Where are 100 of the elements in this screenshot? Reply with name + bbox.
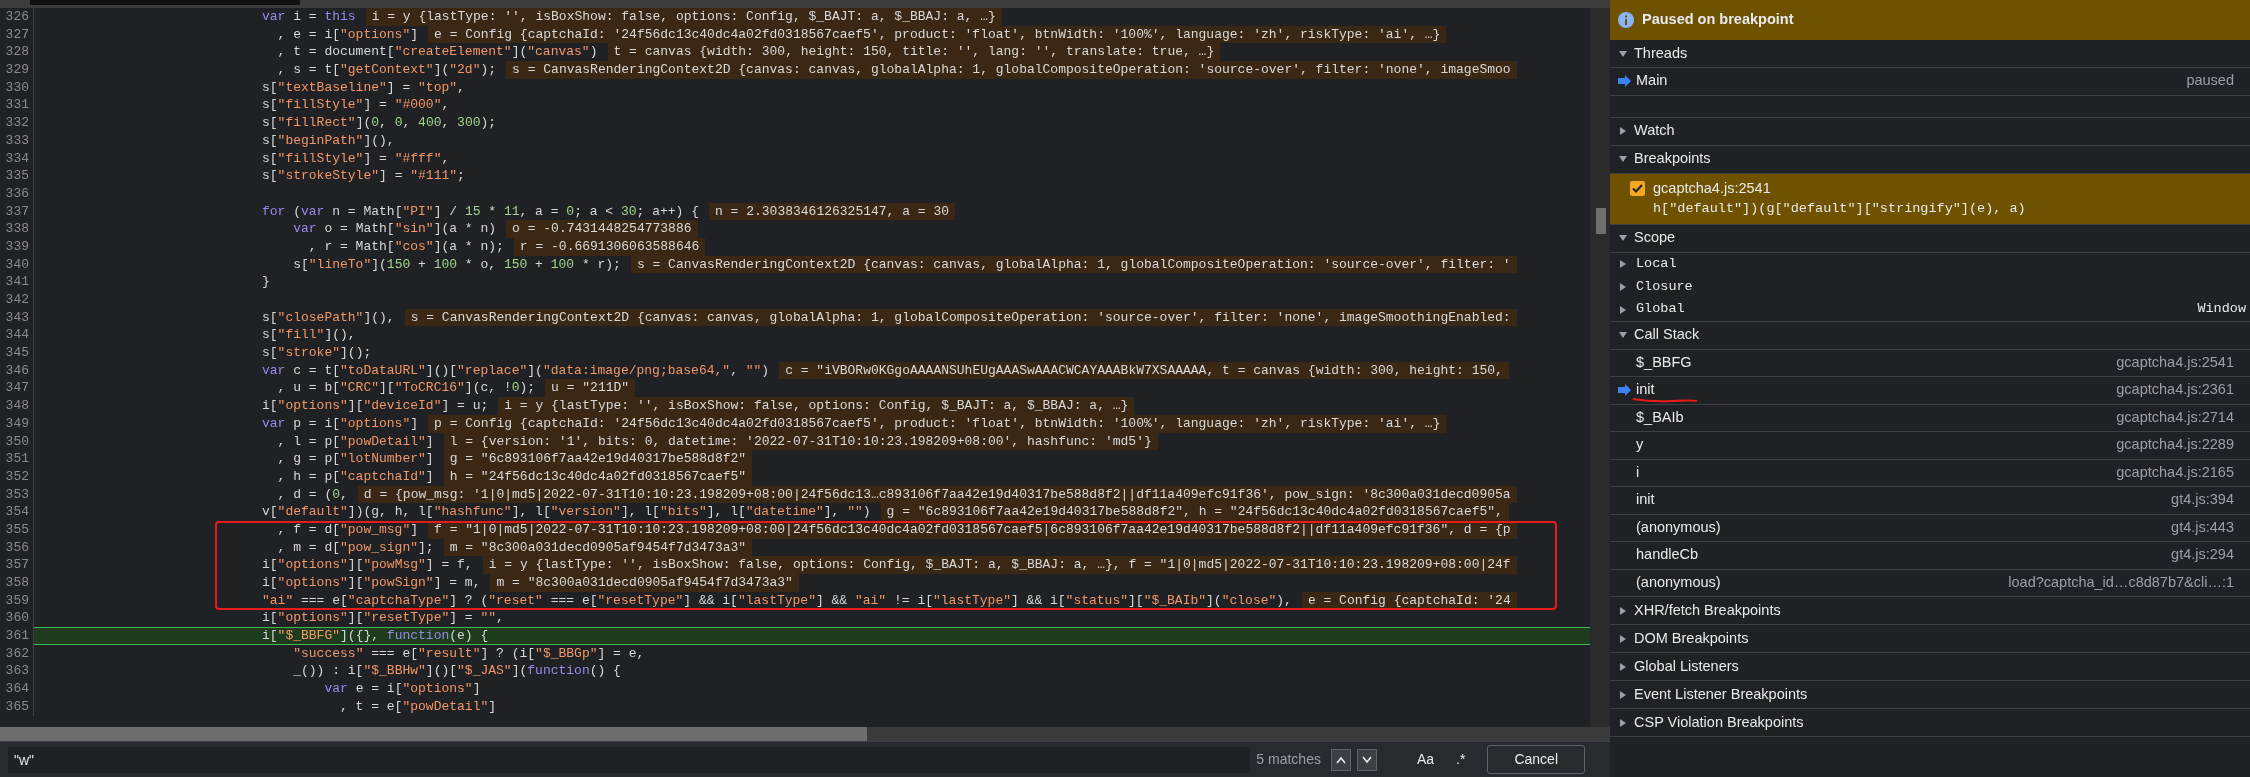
triangle-icon[interactable] [1618, 330, 1628, 340]
triangle-icon[interactable] [1618, 661, 1628, 672]
triangle-icon[interactable] [1618, 304, 1628, 315]
inline-value: i = y {lastType: '', isBoxShow: false, options: Config, $_BAJT: a, $_BBAJ: a, …} [498, 397, 1135, 415]
checkbox[interactable] [1630, 180, 1645, 196]
code-text: s["strokeStyle"] = "#111"; [262, 167, 465, 185]
cancel-button[interactable]: Cancel [1487, 745, 1585, 774]
inline-value: e = Config {captchaId: '24f56dc13c40dc4a02fd0318567caef5', product: 'float', btnWidth: '100%', language: 'zh', riskType: 'ai', …} [428, 25, 1447, 44]
triangle-icon[interactable] [1618, 282, 1628, 292]
code-text: s["beginPath"](), [262, 131, 395, 150]
code-text: s["stroke"](); [262, 344, 372, 362]
triangle-icon[interactable] [1618, 259, 1628, 269]
scope-name[interactable]: Closure [1636, 276, 2246, 298]
frame-location[interactable]: load?captcha_id…c8d87b7&cli…:1 [2008, 571, 2234, 594]
breakpoint-location[interactable]: gcaptcha4.js:2541 [1653, 177, 1771, 200]
code-text: var e = i["options"] [323, 680, 481, 698]
line-number: 326 [0, 8, 34, 26]
code-text: , m = d["pow_sign"]; [276, 538, 434, 557]
line-number: 338 [0, 220, 34, 238]
code-text: var c = t["toDataURL"]()["replace"]("data:image/png;base64,", "") [262, 361, 770, 380]
next-match-button[interactable] [1356, 748, 1377, 771]
line-number: 363 [0, 662, 34, 681]
frame-name[interactable]: handleCb [1636, 546, 1699, 563]
line-number: 354 [0, 503, 34, 521]
banner-text: Paused on breakpoint [1642, 10, 1794, 30]
code-text: , h = p["captchaId"] [276, 467, 434, 486]
triangle-icon[interactable] [1618, 717, 1628, 728]
breakpoint-item[interactable]: gcaptcha4.js:2541 h["default"])(g["default"]["stringify"](e), a) [1610, 173, 2250, 225]
frame-location[interactable]: gt4.js:443 [2171, 516, 2234, 539]
code-text: i["options"]["resetType"] = "", [262, 609, 504, 628]
info-icon [1618, 12, 1634, 28]
triangle-icon[interactable] [1618, 154, 1628, 164]
frame-location[interactable]: gcaptcha4.js:2289 [2116, 434, 2234, 457]
line-number: 352 [0, 467, 34, 486]
scope-value: Window [2197, 300, 2246, 319]
frame-name[interactable]: $_BAIb [1636, 408, 1684, 425]
triangle-icon[interactable] [1618, 689, 1628, 700]
code-text: , u = b["CRC"]["ToCRC16"](c, !0); [276, 379, 536, 398]
triangle-icon[interactable] [1618, 233, 1628, 243]
inline-value: n = 2.3038346126325147, a = 30 [708, 202, 955, 221]
match-case-button[interactable]: Aa [1408, 747, 1443, 772]
frame-location[interactable]: gcaptcha4.js:2541 [2116, 351, 2234, 374]
inline-value: e = Config {captchaId: '24 [1301, 591, 1517, 610]
code-text: , t = e["powDetail"] [339, 697, 497, 716]
line-number: 359 [0, 591, 34, 610]
line-number: 365 [0, 697, 34, 716]
triangle-icon[interactable] [1618, 126, 1628, 136]
line-number: 335 [0, 167, 34, 185]
code-text: s["fillRect"](0, 0, 400, 300); [262, 114, 497, 132]
code-text: _()) : i["$_BBHw"]()["$_JAS"](function() { [292, 662, 621, 681]
frame-location[interactable]: gt4.js:394 [2171, 489, 2234, 512]
frame-location[interactable]: gcaptcha4.js:2714 [2116, 406, 2234, 429]
horizontal-scrollbar[interactable] [0, 727, 1610, 741]
frame-name[interactable]: y [1636, 436, 1644, 453]
code-text: } [262, 273, 270, 291]
code-text: "success" === e["result"] ? (i["$_BBGp"] = e, [292, 644, 645, 663]
code-text: s["fill"](), [262, 326, 356, 345]
code-text: s["lineTo"](150 + 100 * o, 150 + 100 * r); [292, 255, 621, 274]
code-text: var o = Math["sin"](a * n) [292, 220, 497, 238]
frame-name[interactable]: i [1636, 463, 1640, 480]
line-number: 345 [0, 344, 34, 362]
frame-name[interactable]: init [1636, 381, 1655, 398]
previous-match-button[interactable] [1330, 748, 1351, 771]
line-number: 364 [0, 680, 34, 698]
frame-name[interactable]: (anonymous) [1636, 573, 1721, 590]
scope-name[interactable]: Local [1636, 253, 2246, 275]
code-text: v["default"])(g, h, l["hashfunc"], l["version"], l["bits"], l["datetime"], "") [262, 503, 871, 521]
code-text: s["closePath"](), [262, 308, 395, 327]
code-text: var i = this [262, 8, 356, 26]
chevron-up-icon [1335, 755, 1346, 764]
line-number: 346 [0, 361, 34, 380]
regex-button[interactable]: .* [1448, 747, 1474, 772]
line-number: 360 [0, 609, 34, 628]
frame-location[interactable]: gcaptcha4.js:2165 [2116, 461, 2234, 484]
triangle-icon[interactable] [1618, 48, 1628, 59]
inline-value: g = "6c893106f7aa42e19d40317be588d8f2" [443, 450, 753, 468]
line-number: 337 [0, 202, 34, 221]
vertical-scrollbar[interactable] [1590, 8, 1610, 727]
frame-name[interactable]: $_BBFG [1636, 353, 1692, 370]
thread-name[interactable]: Main [1636, 70, 2187, 93]
code-text: , s = t["getContext"]("2d"); [276, 61, 497, 79]
line-number: 332 [0, 114, 34, 132]
search-field[interactable]: "w" [8, 746, 1251, 773]
code-text: i["options"]["deviceId"] = u; [262, 397, 489, 415]
line-number: 357 [0, 556, 34, 574]
frame-name[interactable]: (anonymous) [1636, 518, 1721, 535]
code-text: i["options"]["powSign"] = m, [262, 574, 481, 592]
code-text: , l = p["powDetail"] [276, 432, 434, 451]
frame-location[interactable]: gt4.js:294 [2171, 544, 2234, 567]
inline-value: s = CanvasRenderingContext2D {canvas: canvas, globalAlpha: 1, globalCompositeOperation: 'source-over', filter: 'none', imageSmoo [506, 61, 1517, 79]
scope-name[interactable]: Global [1636, 299, 2198, 320]
code-text: s["fillStyle"] = "#000", [262, 96, 450, 115]
triangle-icon[interactable] [1618, 633, 1628, 644]
frame-location[interactable]: gcaptcha4.js:2361 [2116, 379, 2234, 402]
frame-name[interactable]: init [1636, 491, 1655, 508]
inline-value: d = {pow_msg: '1|0|md5|2022-07-31T10:10:23.198209+08:00|24f56dc13…c893106f7aa42e19d40317be588d8f2||df11a409efc91f36', pow_sign: '8c300a031decd0905a [357, 485, 1517, 504]
triangle-icon[interactable] [1618, 605, 1628, 616]
code-text: , e = i["options"] [276, 25, 419, 44]
line-number: 328 [0, 43, 34, 62]
code-text: , g = p["lotNumber"] [276, 450, 434, 468]
